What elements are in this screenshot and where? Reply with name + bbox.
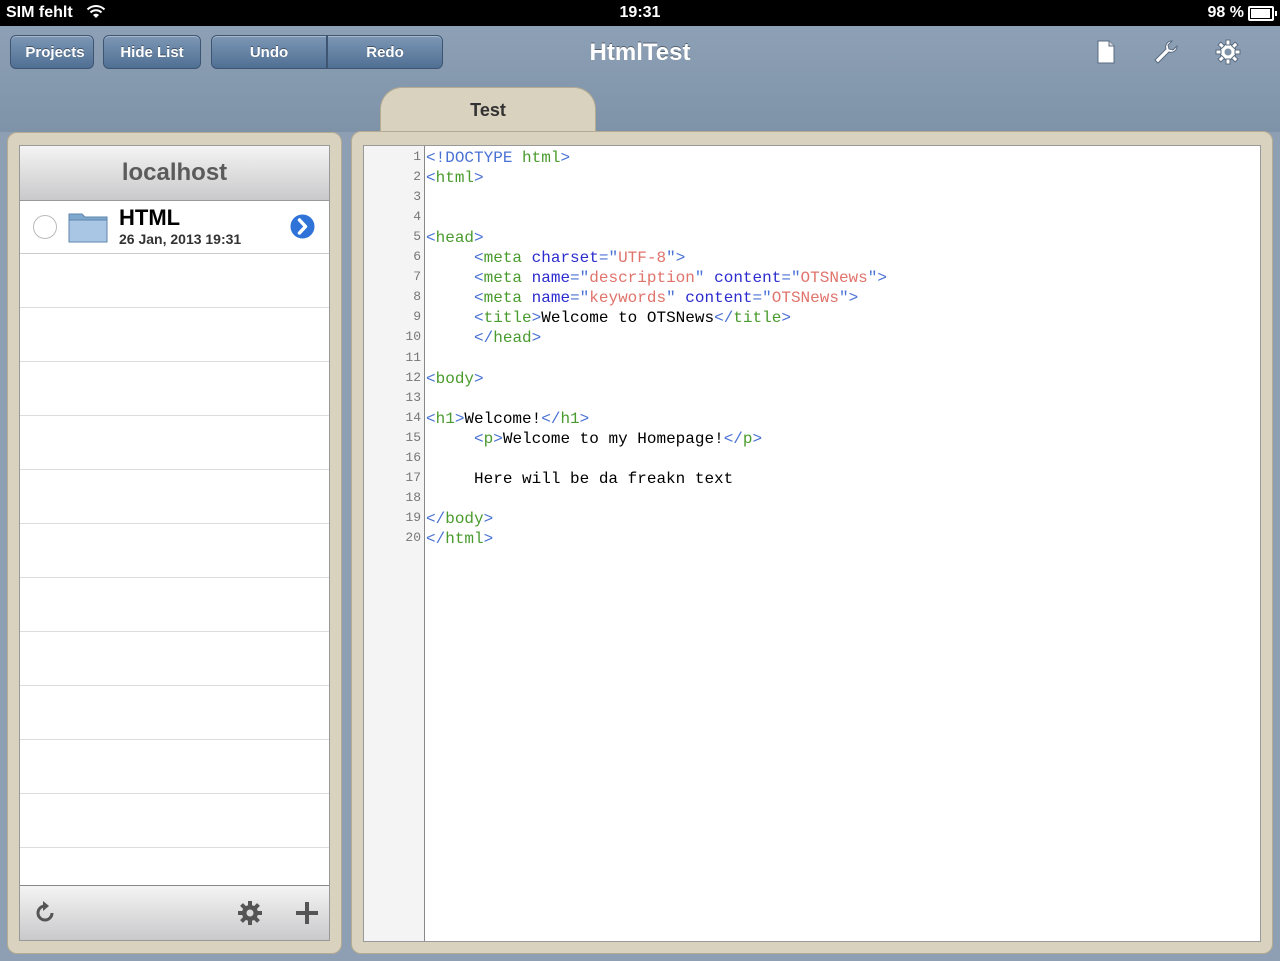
list-item[interactable]: HTML 26 Jan, 2013 19:31 — [20, 200, 329, 254]
file-list: HTML 26 Jan, 2013 19:31 — [20, 200, 329, 902]
code-line[interactable]: </head> — [426, 329, 541, 347]
line-number: 14 — [405, 409, 421, 425]
line-number: 18 — [405, 489, 421, 505]
empty-row — [20, 416, 329, 470]
empty-row — [20, 470, 329, 524]
line-number: 6 — [413, 249, 421, 265]
empty-row — [20, 794, 329, 848]
code-line[interactable]: <title>Welcome to OTSNews</title> — [426, 309, 791, 327]
code-line[interactable]: <h1>Welcome!</h1> — [426, 410, 589, 428]
status-bar: SIM fehlt 19:31 98 % — [0, 0, 1280, 26]
code-line[interactable]: <meta name="description" content="OTSNew… — [426, 269, 887, 287]
line-number: 17 — [405, 469, 421, 485]
line-number: 1 — [413, 149, 421, 164]
line-number: 2 — [413, 169, 421, 185]
line-number: 4 — [413, 209, 421, 225]
line-number: 20 — [405, 529, 421, 545]
gear-icon[interactable] — [1214, 38, 1242, 66]
code-line[interactable]: </html> — [426, 530, 493, 548]
line-number: 12 — [405, 369, 421, 385]
code-line[interactable]: Here will be da freakn text — [426, 470, 733, 488]
empty-row — [20, 254, 329, 308]
battery-percent: 98 % — [1207, 4, 1244, 21]
code-line[interactable]: <meta name="keywords" content="OTSNews"> — [426, 289, 858, 307]
empty-row — [20, 686, 329, 740]
line-number: 9 — [413, 309, 421, 325]
item-date: 26 Jan, 2013 19:31 — [119, 231, 242, 247]
line-number: 7 — [413, 269, 421, 285]
line-number: 13 — [405, 389, 421, 405]
navigation-bar: Projects Hide List Undo Redo HtmlTest — [0, 26, 1280, 132]
line-number: 15 — [405, 429, 421, 445]
line-number-gutter: 1 2 3 4 5 6 7 8 9 10 11 12 13 14 15 16 17 18 19 20 — [364, 146, 425, 941]
code-line[interactable]: <!DOCTYPE html> — [426, 149, 570, 167]
gear-icon[interactable] — [237, 900, 263, 926]
project-list-panel: localhost HTML 26 Jan, 2013 19:31 — [19, 145, 330, 941]
tab-test[interactable]: Test — [380, 87, 596, 133]
code-line[interactable]: <html> — [426, 169, 484, 187]
line-number: 3 — [413, 189, 421, 205]
plus-icon[interactable] — [294, 900, 320, 926]
line-number: 10 — [405, 329, 421, 345]
battery-icon — [1248, 6, 1277, 21]
app-title: HtmlTest — [589, 39, 691, 66]
refresh-icon[interactable] — [32, 900, 58, 926]
empty-row — [20, 524, 329, 578]
document-icon[interactable] — [1092, 38, 1120, 66]
detail-disclosure-icon[interactable] — [288, 212, 317, 241]
empty-row — [20, 308, 329, 362]
empty-row — [20, 632, 329, 686]
list-header: localhost — [20, 146, 329, 201]
line-number: 19 — [405, 509, 421, 525]
empty-row — [20, 740, 329, 794]
code-line[interactable]: <body> — [426, 370, 484, 388]
code-line[interactable]: </body> — [426, 510, 493, 528]
empty-row — [20, 362, 329, 416]
line-number: 16 — [405, 449, 421, 465]
line-number: 8 — [413, 289, 421, 305]
empty-row — [20, 578, 329, 632]
code-line[interactable]: <meta charset="UTF-8"> — [426, 249, 685, 267]
wrench-icon[interactable] — [1152, 38, 1180, 66]
folder-icon — [68, 213, 108, 243]
code-editor[interactable]: 1 2 3 4 5 6 7 8 9 10 11 12 13 14 15 16 17 18 19 20 <!DOCTYP… — [363, 145, 1261, 942]
clock: 19:31 — [619, 4, 661, 21]
line-number: 5 — [413, 229, 421, 245]
selection-radio[interactable] — [33, 215, 57, 239]
code-line[interactable]: <p>Welcome to my Homepage!</p> — [426, 430, 762, 448]
item-name: HTML — [119, 205, 181, 230]
code-line[interactable]: <head> — [426, 229, 484, 247]
list-footer-toolbar — [20, 885, 329, 940]
line-number: 11 — [405, 349, 421, 365]
